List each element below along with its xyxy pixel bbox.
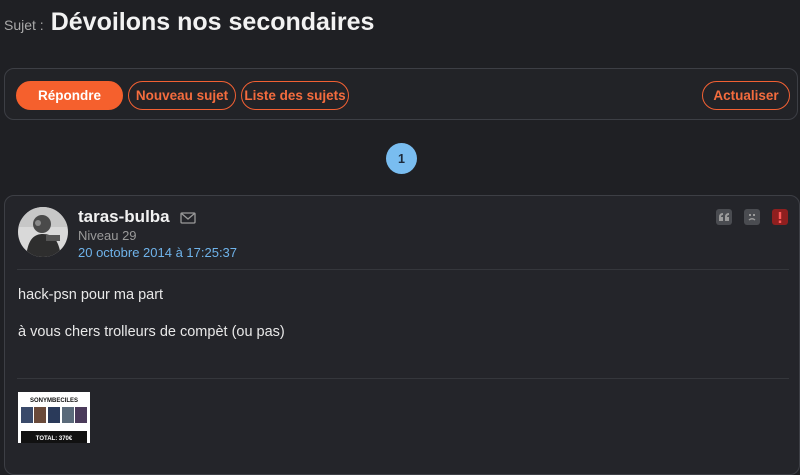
pagination: 1 (386, 143, 417, 174)
author-name[interactable]: taras-bulba (78, 207, 170, 227)
report-icon[interactable] (772, 209, 788, 225)
page-title: Dévoilons nos secondaires (50, 8, 375, 36)
sad-face-icon[interactable] (744, 209, 760, 225)
post-date[interactable]: 20 octobre 2014 à 17:25:37 (78, 245, 237, 260)
signature-total: TOTAL: 370€ (36, 436, 73, 442)
topic-list-button[interactable]: Liste des sujets (241, 81, 349, 110)
post-header-divider (17, 269, 789, 270)
topic-prefix: Sujet : (4, 17, 44, 33)
author-level: Niveau 29 (78, 228, 137, 243)
reply-button[interactable]: Répondre (16, 81, 123, 110)
forum-post: taras-bulba Niveau 29 20 octobre 2014 à … (4, 195, 800, 475)
topic-header: Sujet : Dévoilons nos secondaires (4, 8, 374, 37)
topic-action-bar: Répondre Nouveau sujet Liste des sujets … (4, 68, 798, 120)
mail-icon[interactable] (180, 211, 196, 224)
avatar[interactable] (18, 207, 68, 257)
signature-title: SONYMBECILES (30, 398, 78, 404)
quote-icon[interactable] (716, 209, 732, 225)
signature-image[interactable]: SONYMBECILES TOTAL: 370€ (18, 392, 90, 443)
post-text-line: à vous chers trolleurs de compèt (ou pas… (18, 324, 285, 340)
new-topic-button[interactable]: Nouveau sujet (128, 81, 236, 110)
refresh-button[interactable]: Actualiser (702, 81, 790, 110)
page-1-button[interactable]: 1 (386, 143, 417, 174)
signature-divider (17, 378, 789, 379)
post-text-line: hack-psn pour ma part (18, 287, 164, 303)
